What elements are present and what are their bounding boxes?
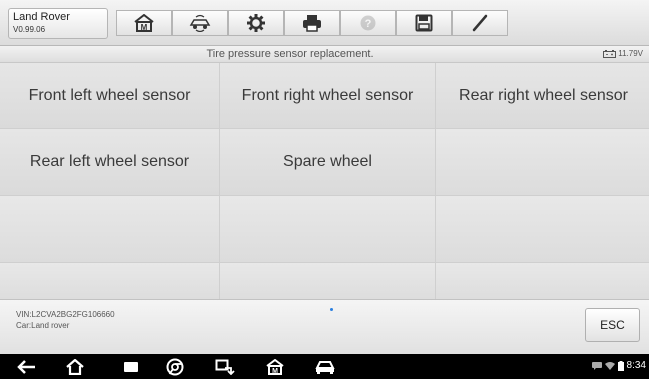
wifi-icon <box>604 361 615 370</box>
function-title-bar: Tire pressure sensor replacement. 11.79V <box>0 46 649 63</box>
vin-text: VIN:L2CVA2BG2FG106660 <box>16 310 115 319</box>
spare-wheel-button[interactable]: Spare wheel <box>220 129 435 195</box>
page-indicator-dot <box>330 308 333 311</box>
svg-text:M: M <box>141 23 148 32</box>
front-left-wheel-sensor-button[interactable]: Front left wheel sensor <box>0 63 219 128</box>
home-icon: M <box>134 14 154 32</box>
save-icon <box>415 14 433 32</box>
home-icon <box>66 358 84 375</box>
empty-cell <box>436 129 649 195</box>
autel-home-button[interactable]: M <box>262 357 288 376</box>
home-button[interactable]: M <box>116 10 172 36</box>
back-arrow-icon <box>17 359 35 374</box>
svg-text:M: M <box>272 368 278 375</box>
screen-mirror-button[interactable] <box>212 357 238 376</box>
chrome-button[interactable] <box>162 357 188 376</box>
battery-icon <box>617 360 624 371</box>
empty-cell <box>436 196 649 262</box>
rear-left-wheel-sensor-button[interactable]: Rear left wheel sensor <box>0 129 219 195</box>
sensor-selection-grid: Front left wheel sensor Front right whee… <box>0 63 649 302</box>
rear-right-wheel-sensor-button[interactable]: Rear right wheel sensor <box>436 63 649 128</box>
status-tray: 8:34 <box>591 360 646 371</box>
car-icon <box>315 360 335 374</box>
front-right-wheel-sensor-button[interactable]: Front right wheel sensor <box>220 63 435 128</box>
home-icon: M <box>266 358 284 375</box>
empty-cell <box>0 263 219 302</box>
chrome-icon <box>166 358 184 375</box>
empty-cell <box>220 196 435 262</box>
vehicle-info-button[interactable]: Land Rover V0.99.06 <box>8 8 108 39</box>
svg-text:?: ? <box>365 18 372 30</box>
screen-mirror-icon <box>215 359 235 375</box>
back-button[interactable] <box>14 357 40 376</box>
gear-icon <box>247 14 265 32</box>
vehicle-button[interactable] <box>312 357 338 376</box>
print-icon <box>303 15 321 32</box>
android-home-button[interactable] <box>62 357 88 376</box>
battery-icon <box>603 49 617 58</box>
recent-apps-button[interactable] <box>118 357 144 376</box>
system-navigation-bar: M 8:34 <box>0 354 649 379</box>
battery-voltage: 11.79V <box>618 49 643 58</box>
function-title: Tire pressure sensor replacement. <box>206 48 374 60</box>
empty-cell <box>220 263 435 302</box>
help-icon: ? <box>360 15 376 31</box>
software-version: V0.99.06 <box>13 25 46 34</box>
settings-button[interactable] <box>228 10 284 36</box>
vehicle-swap-icon <box>189 14 211 32</box>
vehicle-name: Land Rover <box>13 11 70 23</box>
pen-icon <box>472 14 488 32</box>
annotate-button[interactable] <box>452 10 508 36</box>
clock: 8:34 <box>626 360 646 371</box>
save-button[interactable] <box>396 10 452 36</box>
vehicle-swap-button[interactable] <box>172 10 228 36</box>
top-toolbar: Land Rover V0.99.06 M ? <box>0 0 649 46</box>
print-button[interactable] <box>284 10 340 36</box>
recent-apps-icon <box>124 361 138 372</box>
empty-cell <box>0 196 219 262</box>
empty-cell <box>436 263 649 302</box>
vehicle-id-block: VIN:L2CVA2BG2FG106660 Car:Land rover <box>16 309 115 331</box>
footer-bar: VIN:L2CVA2BG2FG106660 Car:Land rover ESC <box>0 299 649 354</box>
battery-indicator: 11.79V <box>603 49 643 58</box>
esc-button[interactable]: ESC <box>585 308 640 342</box>
car-text: Car:Land rover <box>16 321 70 330</box>
help-button[interactable]: ? <box>340 10 396 36</box>
message-icon <box>591 361 602 370</box>
